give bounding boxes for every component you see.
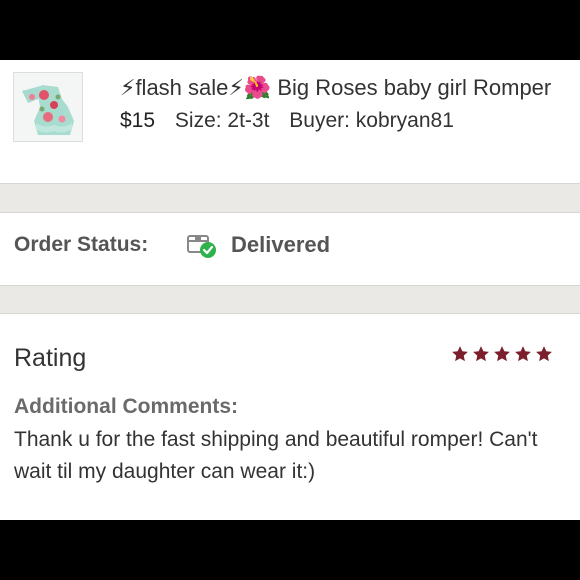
- star-icon: [452, 346, 468, 362]
- order-status-row: Order Status: Delivered: [0, 213, 580, 285]
- section-divider: [0, 285, 580, 314]
- bottom-letterbox: [0, 520, 580, 580]
- rating-section: Rating Additional Comments: Thank u for …: [0, 314, 580, 520]
- item-price: $15: [120, 109, 156, 132]
- rating-title: Rating: [14, 344, 87, 372]
- star-icon: [515, 346, 531, 362]
- star-rating: [451, 345, 553, 363]
- order-status-label: Order Status:: [14, 233, 149, 256]
- section-divider: [0, 183, 580, 213]
- item-details: ⚡flash sale⚡🌺 Big Roses baby girl Romper…: [120, 72, 560, 137]
- item-size: Size: 2t-3t: [174, 109, 270, 132]
- item-summary[interactable]: ⚡flash sale⚡🌺 Big Roses baby girl Romper…: [0, 60, 580, 183]
- item-meta: $15 Size: 2t-3t Buyer: kobryan81: [120, 105, 560, 137]
- star-icon: [494, 346, 510, 362]
- star-icon: [473, 346, 489, 362]
- top-letterbox: [0, 0, 580, 60]
- item-buyer: Buyer: kobryan81: [289, 109, 454, 132]
- star-icon: [536, 346, 552, 362]
- comments-text: Thank u for the fast shipping and beauti…: [14, 428, 538, 483]
- package-delivered-icon: [186, 230, 220, 265]
- item-title[interactable]: ⚡flash sale⚡🌺 Big Roses baby girl Romper: [120, 72, 560, 104]
- order-status-value: Delivered: [231, 232, 331, 257]
- comments-label: Additional Comments:: [14, 395, 238, 418]
- item-thumbnail[interactable]: [13, 72, 83, 142]
